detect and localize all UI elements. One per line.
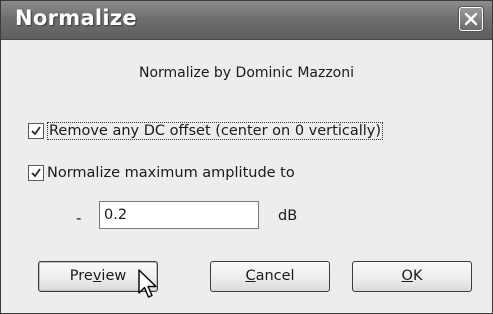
preview-label-start: Pre [69, 268, 93, 284]
normalize-amplitude-label: Normalize maximum amplitude to [47, 165, 295, 181]
close-icon [464, 12, 478, 26]
title-bar[interactable]: Normalize [1, 1, 492, 40]
remove-dc-label: Remove any DC offset (center on 0 vertic… [47, 122, 383, 140]
normalize-amplitude-option[interactable]: Normalize maximum amplitude to [28, 163, 295, 183]
mouse-pointer-icon [138, 269, 157, 298]
amplitude-unit: dB [278, 208, 298, 224]
close-button[interactable] [459, 7, 483, 31]
ok-label-end: K [412, 268, 423, 284]
normalize-dialog: Normalize Normalize by Dominic Mazzoni R… [0, 0, 493, 314]
ok-button[interactable]: OK [352, 261, 472, 292]
remove-dc-checkbox[interactable] [28, 123, 44, 139]
amplitude-input[interactable] [99, 201, 259, 229]
checkmark-icon [31, 168, 41, 178]
normalize-amplitude-checkbox[interactable] [28, 165, 44, 181]
remove-dc-option[interactable]: Remove any DC offset (center on 0 vertic… [28, 121, 383, 141]
cancel-mnemonic: C [245, 268, 256, 284]
preview-label-end: iew [101, 268, 127, 284]
amplitude-sign: - [76, 209, 82, 227]
ok-mnemonic: O [401, 268, 413, 284]
checkmark-icon [31, 126, 41, 136]
cancel-button[interactable]: Cancel [210, 261, 330, 292]
dialog-title: Normalize [15, 6, 137, 30]
plugin-credit: Normalize by Dominic Mazzoni [138, 65, 355, 81]
cancel-label-end: ancel [255, 268, 295, 284]
